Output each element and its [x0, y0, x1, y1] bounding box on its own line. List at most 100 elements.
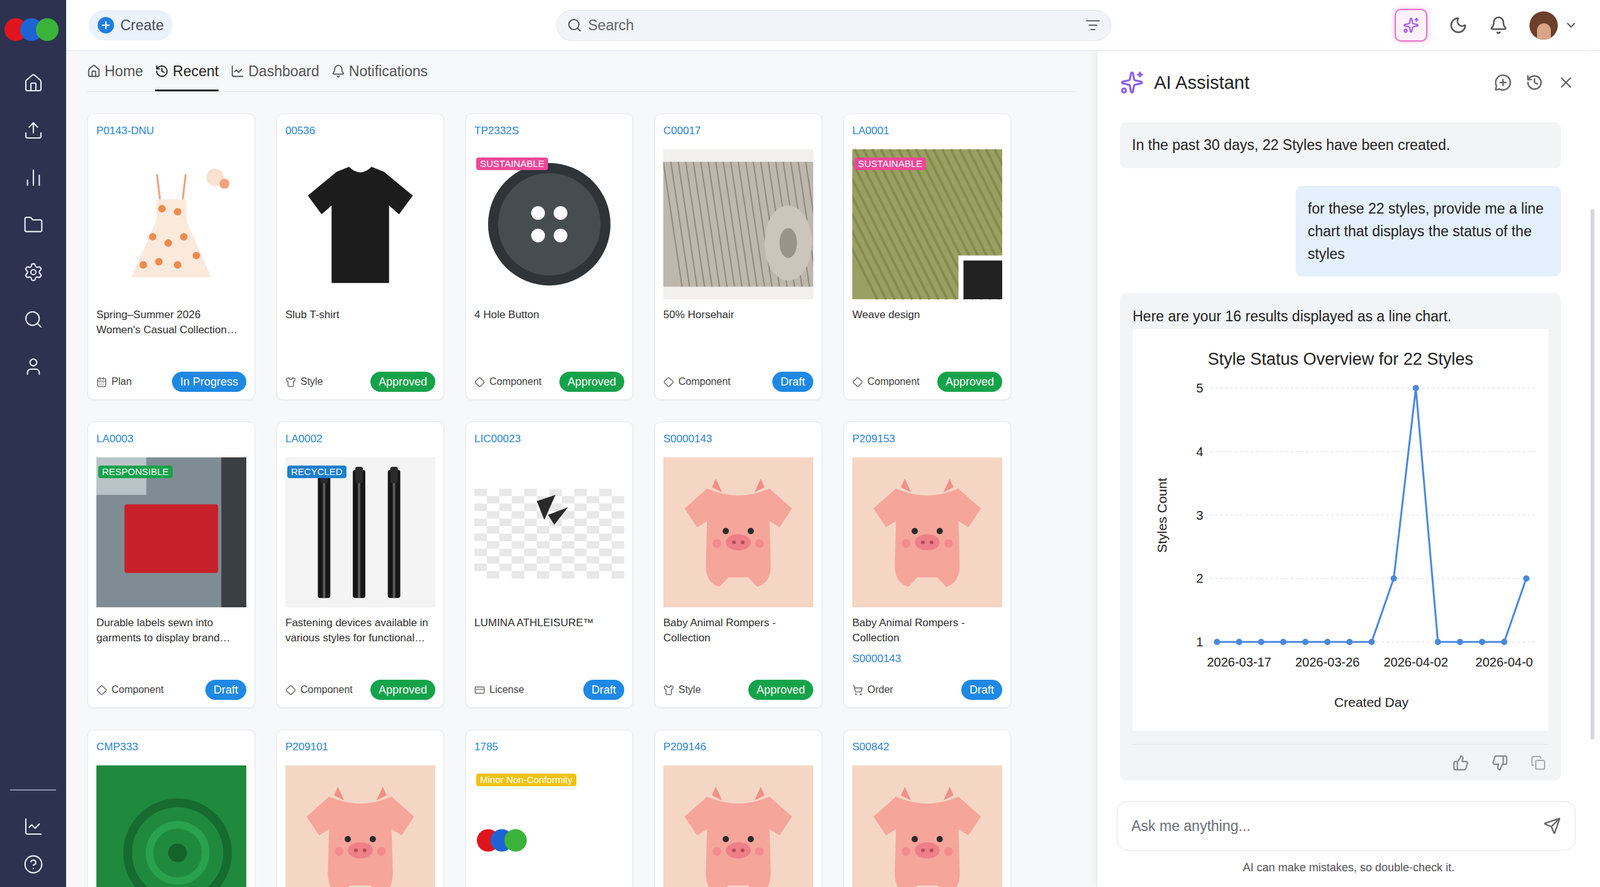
reports-icon[interactable]: [0, 153, 67, 201]
item-footer: ComponentDraft: [96, 679, 247, 700]
thumbs-up-icon[interactable]: [1452, 754, 1469, 772]
chart-point[interactable]: [1213, 638, 1221, 646]
create-button[interactable]: Create: [88, 10, 173, 41]
item-code[interactable]: TP2332S: [474, 124, 625, 138]
main-content: Home Recent Dashboard Notifications P0143-DN…: [66, 51, 1097, 887]
item-card[interactable]: CMP333: [87, 729, 256, 887]
item-code[interactable]: LA0001: [852, 124, 1003, 138]
chart-point[interactable]: [1412, 384, 1420, 392]
new-chat-icon[interactable]: [1494, 73, 1512, 92]
item-card[interactable]: P209101: [276, 729, 445, 887]
item-card[interactable]: C0001750% HorsehairComponentDraft: [654, 113, 823, 400]
item-code[interactable]: P209101: [285, 740, 436, 755]
chart-point[interactable]: [1523, 575, 1530, 582]
item-footer: LicenseDraft: [474, 679, 625, 700]
item-card[interactable]: TP2332SSUSTAINABLE4 Hole ButtonComponent…: [465, 113, 634, 400]
chart-point[interactable]: [1434, 638, 1442, 646]
chart-point[interactable]: [1280, 638, 1287, 646]
ai-assistant-button[interactable]: [1394, 8, 1428, 42]
chart-point[interactable]: [1457, 638, 1464, 646]
filter-icon[interactable]: [1085, 17, 1101, 33]
copy-icon[interactable]: [1530, 755, 1546, 771]
item-card[interactable]: P209153Baby Animal Rompers - CollectionS…: [843, 421, 1012, 709]
item-code[interactable]: 1785: [474, 740, 625, 755]
nav-tab[interactable]: Home: [86, 51, 143, 92]
chart-point[interactable]: [1501, 638, 1508, 646]
app-logo[interactable]: [0, 0, 67, 60]
history-icon[interactable]: [1525, 73, 1544, 92]
item-tag: RECYCLED: [287, 465, 347, 479]
y-tick: 2: [1196, 571, 1204, 586]
item-code[interactable]: S0000143: [663, 432, 814, 446]
item-card[interactable]: LA0002RECYCLEDFastening devices availabl…: [276, 421, 445, 709]
status-badge: Draft: [961, 679, 1003, 700]
item-code[interactable]: LIC00023: [474, 432, 625, 446]
chart-point[interactable]: [1390, 575, 1398, 582]
diamond-icon: [852, 376, 863, 388]
item-card[interactable]: S0000143 Baby Animal Rompers - Collection…: [654, 421, 823, 709]
chart-point[interactable]: [1368, 638, 1375, 646]
item-code[interactable]: P209146: [663, 740, 814, 755]
chat-input[interactable]: Ask me anything...: [1116, 801, 1576, 851]
home-icon[interactable]: [0, 59, 67, 107]
chart-point[interactable]: [1479, 638, 1486, 646]
folder-icon[interactable]: [0, 200, 67, 249]
chart-point[interactable]: [1302, 638, 1309, 646]
item-thumbnail: [474, 456, 625, 608]
send-icon[interactable]: [1543, 817, 1561, 835]
assistant-message: In the past 30 days, 22 Styles have been…: [1120, 122, 1561, 169]
item-code[interactable]: S00842: [852, 740, 1003, 755]
item-card[interactable]: 00536Slub T-shirtStyleApproved: [276, 113, 445, 400]
license-icon: [474, 684, 486, 696]
item-card[interactable]: LIC00023LUMINA ATHLEISURE™LicenseDraft: [465, 421, 634, 709]
item-link[interactable]: S0000143: [852, 651, 1003, 666]
search-field[interactable]: Search: [556, 10, 1112, 41]
item-card[interactable]: P0143-DNUSpring–Summer 2026 Women's Casu…: [87, 113, 256, 400]
thumbs-down-icon[interactable]: [1491, 754, 1509, 772]
item-type: Order: [867, 682, 894, 697]
scrollbar[interactable]: [1590, 209, 1595, 740]
sparkle-icon: [1402, 17, 1420, 34]
item-card[interactable]: P209146: [654, 729, 823, 887]
user-icon[interactable]: [0, 342, 67, 390]
item-card[interactable]: 1785Minor Non-Conformity: [465, 729, 634, 887]
chart-point[interactable]: [1324, 638, 1331, 646]
user-menu[interactable]: [1529, 11, 1578, 40]
diamond-icon: [474, 376, 486, 388]
chart-point[interactable]: [1235, 638, 1243, 646]
item-card[interactable]: S00842: [843, 729, 1012, 887]
moon-icon[interactable]: [1448, 15, 1468, 35]
item-code[interactable]: CMP333: [96, 740, 247, 755]
settings-icon[interactable]: [0, 248, 67, 296]
button-image: [474, 148, 625, 300]
nav-tab[interactable]: Recent: [154, 51, 219, 92]
assistant-header: AI Assistant: [1097, 51, 1600, 115]
upload-icon[interactable]: [0, 106, 67, 154]
nav-tab[interactable]: Dashboard: [230, 51, 320, 92]
item-thumbnail: RESPONSIBLE: [96, 456, 247, 608]
item-card[interactable]: LA0001SUSTAINABLEWeave designComponentAp…: [843, 113, 1012, 400]
item-title: Baby Animal Rompers - Collection: [663, 615, 814, 646]
bell-icon[interactable]: [1489, 15, 1509, 35]
item-code[interactable]: P209153: [852, 432, 1003, 446]
x-tick: 2026-04-0: [1475, 655, 1533, 669]
help-icon[interactable]: [23, 849, 44, 880]
logo-image: [474, 456, 625, 608]
item-thumbnail: SUSTAINABLE: [474, 148, 625, 300]
item-code[interactable]: C00017: [663, 124, 814, 138]
assistant-message: Here are your 16 results displayed as a …: [1120, 292, 1561, 781]
close-icon[interactable]: [1557, 73, 1575, 92]
nav-tab[interactable]: Notifications: [331, 51, 428, 92]
search-icon[interactable]: [0, 295, 67, 343]
item-code[interactable]: 00536: [285, 124, 436, 138]
chart-point[interactable]: [1346, 638, 1353, 646]
status-badge: In Progress: [171, 371, 247, 392]
item-code[interactable]: LA0003: [96, 432, 247, 446]
chart-point[interactable]: [1257, 638, 1265, 646]
item-card[interactable]: LA0003RESPONSIBLEDurable labels sewn int…: [87, 421, 256, 709]
item-code[interactable]: LA0002: [285, 432, 436, 446]
dashboard-icon: [230, 64, 245, 79]
item-code[interactable]: P0143-DNU: [96, 124, 247, 138]
analytics-icon[interactable]: [23, 811, 44, 842]
y-axis-label: Styles Count: [1154, 477, 1170, 553]
